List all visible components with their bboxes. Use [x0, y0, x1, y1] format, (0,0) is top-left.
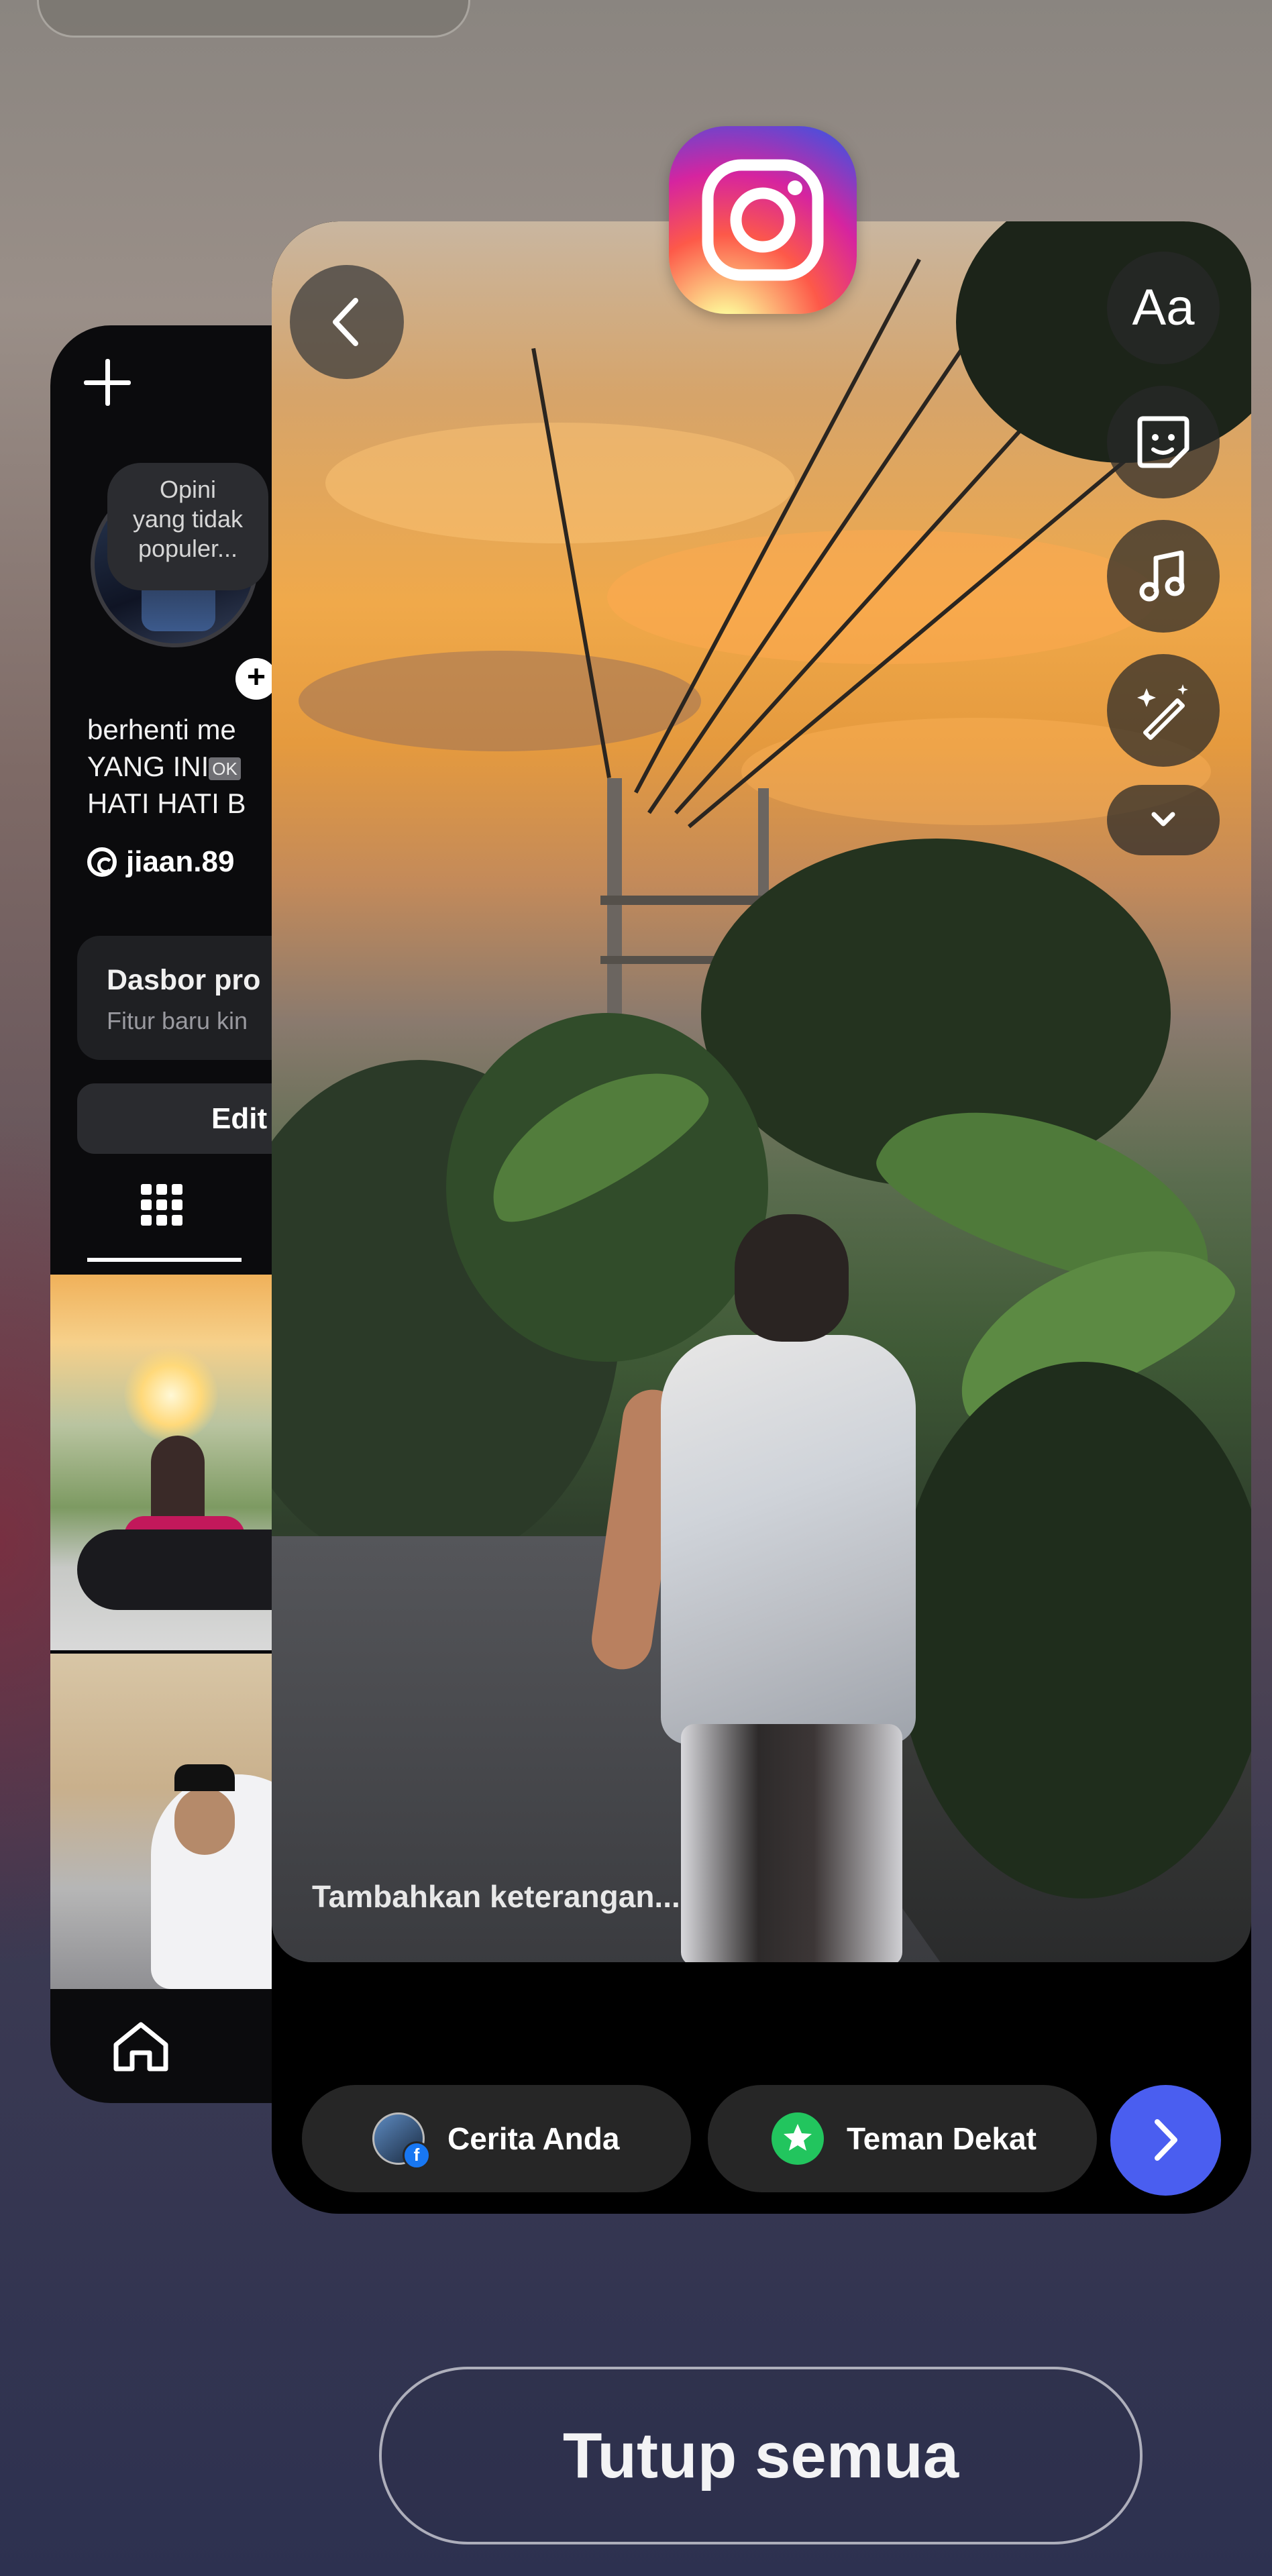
music-icon: [1139, 550, 1185, 602]
back-button[interactable]: [290, 265, 404, 379]
chevron-down-icon: [1151, 812, 1175, 826]
back-arrow-icon: [333, 298, 358, 346]
avatar: f: [372, 2112, 431, 2169]
caption-input[interactable]: Tambahkan keterangan...: [312, 1878, 680, 1915]
bushes: [896, 1362, 1251, 1898]
profile-note[interactable]: Opini yang tidak populer...: [107, 463, 268, 590]
cloud: [325, 423, 795, 543]
man-face: [174, 1788, 235, 1855]
dashboard-subtitle: Fitur baru kin: [107, 1007, 248, 1034]
man-cap: [174, 1764, 235, 1791]
bio-line-3: HATI HATI B: [87, 788, 246, 819]
cloud: [607, 530, 1157, 664]
home-icon[interactable]: [111, 2019, 171, 2073]
your-story-button[interactable]: f Cerita Anda: [302, 2085, 691, 2192]
close-friends-label: Teman Dekat: [847, 2121, 1037, 2156]
close-all-button[interactable]: Tutup semua: [379, 2367, 1143, 2544]
close-friends-button[interactable]: Teman Dekat: [708, 2085, 1097, 2192]
your-story-label: Cerita Anda: [447, 2121, 620, 2156]
grid-icon[interactable]: [141, 1184, 182, 1226]
effects-wand-icon: [1137, 684, 1188, 740]
threads-icon: [87, 847, 117, 877]
cloud: [299, 651, 701, 751]
facebook-icon: f: [403, 2141, 431, 2169]
sticker-button[interactable]: [1107, 386, 1220, 498]
person-shirt: [661, 1335, 916, 1744]
instagram-icon[interactable]: [669, 126, 857, 314]
plus-icon[interactable]: [84, 359, 131, 406]
threads-handle-text: jiaan.89: [126, 845, 235, 878]
active-tab-indicator: [87, 1258, 242, 1262]
sticker-icon: [1137, 416, 1189, 468]
recent-app-card-instagram[interactable]: Tambahkan keterangan... Aa f Cerita Anda: [272, 221, 1251, 2214]
threads-handle[interactable]: jiaan.89: [87, 845, 234, 879]
person-head: [735, 1214, 849, 1342]
bio-line-1: berhenti me: [87, 714, 236, 745]
ok-emoji: OK: [209, 757, 241, 780]
previous-card-edge[interactable]: [37, 0, 470, 38]
text-tool-button[interactable]: Aa: [1107, 252, 1220, 364]
bio-line-2: YANG INI: [87, 751, 209, 782]
effects-button[interactable]: [1107, 654, 1220, 767]
chevron-right-icon: [1155, 2119, 1177, 2161]
sun: [124, 1348, 218, 1442]
profile-note-text: Opini yang tidak populer...: [132, 476, 244, 562]
story-photo: Tambahkan keterangan...: [272, 221, 1251, 1962]
more-tools-button[interactable]: [1107, 785, 1220, 855]
person-sarong: [681, 1724, 902, 1962]
music-button[interactable]: [1107, 520, 1220, 633]
next-button[interactable]: [1110, 2085, 1221, 2196]
close-friends-star-icon: [772, 2112, 824, 2165]
dashboard-title: Dasbor pro: [107, 964, 261, 996]
